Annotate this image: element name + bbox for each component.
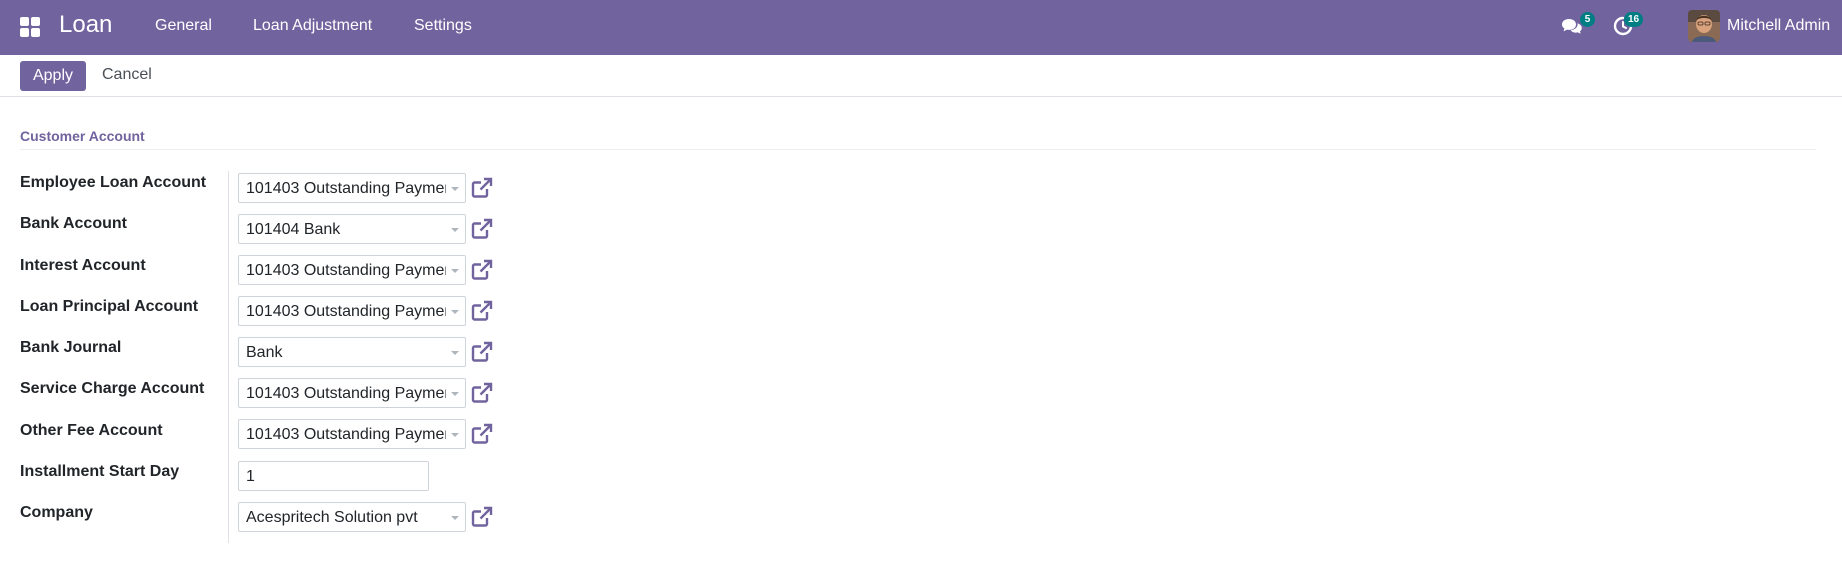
dropdown-caret-icon: [451, 351, 459, 355]
bank-account-value: 101404 Bank: [246, 221, 341, 238]
menu-loan-adjustment[interactable]: Loan Adjustment: [253, 17, 372, 35]
activities-badge: 16: [1624, 12, 1644, 27]
installment-start-day-input[interactable]: 1: [238, 461, 429, 491]
label-interest-account: Interest Account: [20, 257, 146, 274]
external-link-icon[interactable]: [470, 381, 494, 405]
section-title: Customer Account: [20, 128, 145, 144]
top-navbar: Loan General Loan Adjustment Settings 5 …: [0, 0, 1842, 55]
interest-account-value: 101403 Outstanding Payments: [246, 262, 446, 279]
other-fee-account-select[interactable]: 101403 Outstanding Payments: [238, 419, 466, 449]
messages-badge: 5: [1580, 12, 1595, 27]
control-panel: Apply Cancel: [0, 55, 1842, 97]
external-link-icon[interactable]: [470, 217, 494, 241]
label-bank-account: Bank Account: [20, 215, 127, 232]
dropdown-caret-icon: [451, 187, 459, 191]
service-charge-account-value: 101403 Outstanding Payments: [246, 385, 446, 402]
external-link-icon[interactable]: [470, 340, 494, 364]
company-select[interactable]: Acespritech Solution pvt: [238, 502, 466, 532]
app-title[interactable]: Loan: [59, 11, 112, 39]
apply-button[interactable]: Apply: [20, 61, 86, 91]
label-loan-principal-account: Loan Principal Account: [20, 298, 199, 315]
external-link-icon[interactable]: [470, 176, 494, 200]
bank-journal-select[interactable]: Bank: [238, 337, 466, 367]
dropdown-caret-icon: [451, 310, 459, 314]
employee-loan-account-select[interactable]: 101403 Outstanding Payments: [238, 173, 466, 203]
label-installment-start-day: Installment Start Day: [20, 463, 180, 480]
loan-principal-account-select[interactable]: 101403 Outstanding Payments: [238, 296, 466, 326]
dropdown-caret-icon: [451, 269, 459, 273]
app-menu-icon[interactable]: [20, 17, 41, 38]
label-other-fee-account: Other Fee Account: [20, 422, 163, 439]
label-bank-journal: Bank Journal: [20, 339, 122, 356]
bank-account-select[interactable]: 101404 Bank: [238, 214, 466, 244]
cancel-button[interactable]: Cancel: [102, 66, 152, 84]
label-service-charge-account: Service Charge Account: [20, 380, 205, 397]
loan-principal-account-value: 101403 Outstanding Payments: [246, 303, 446, 320]
employee-loan-account-value: 101403 Outstanding Payments: [246, 180, 446, 197]
external-link-icon[interactable]: [470, 299, 494, 323]
section-separator: [20, 149, 1816, 150]
label-divider: [228, 171, 229, 543]
menu-settings[interactable]: Settings: [414, 17, 472, 35]
other-fee-account-value: 101403 Outstanding Payments: [246, 426, 446, 443]
user-menu[interactable]: Mitchell Admin: [1727, 17, 1830, 35]
service-charge-account-select[interactable]: 101403 Outstanding Payments: [238, 378, 466, 408]
dropdown-caret-icon: [451, 392, 459, 396]
menu-general[interactable]: General: [155, 17, 212, 35]
bank-journal-value: Bank: [246, 344, 283, 361]
user-avatar[interactable]: [1688, 10, 1720, 42]
external-link-icon[interactable]: [470, 422, 494, 446]
dropdown-caret-icon: [451, 433, 459, 437]
label-employee-loan-account: Employee Loan Account: [20, 174, 207, 191]
external-link-icon[interactable]: [470, 505, 494, 529]
company-value: Acespritech Solution pvt: [246, 509, 418, 526]
installment-start-day-value: 1: [246, 468, 255, 485]
external-link-icon[interactable]: [470, 258, 494, 282]
dropdown-caret-icon: [451, 516, 459, 520]
label-company: Company: [20, 504, 93, 521]
dropdown-caret-icon: [451, 228, 459, 232]
interest-account-select[interactable]: 101403 Outstanding Payments: [238, 255, 466, 285]
